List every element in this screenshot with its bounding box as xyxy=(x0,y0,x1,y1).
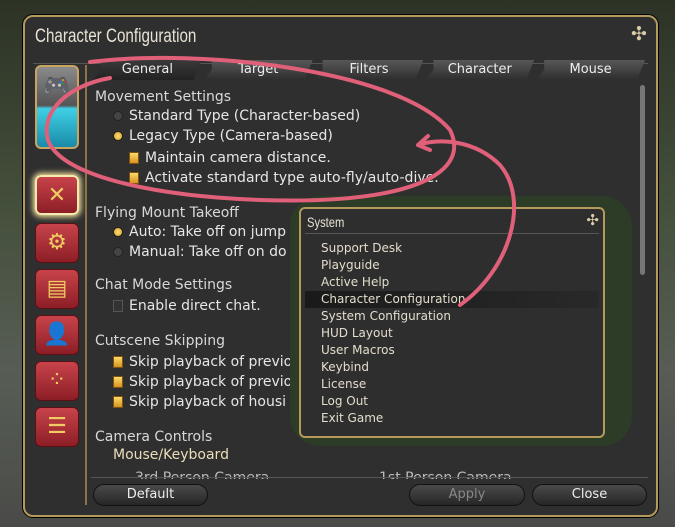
id-card-icon[interactable]: ▤ xyxy=(35,269,79,309)
sidebar: 🎮 ✕ ⚙ ▤ 👤 ⁘ ☰ xyxy=(31,65,83,505)
tab-target[interactable]: Target xyxy=(204,60,313,80)
menu-item[interactable]: User Macros xyxy=(305,342,599,359)
radio[interactable] xyxy=(113,131,123,141)
checkbox-skip-2[interactable]: Skip playback of previo xyxy=(113,374,292,390)
menu-list: Support Desk Playguide Active Help Characte… xyxy=(305,240,599,427)
menu-item[interactable]: License xyxy=(305,376,599,393)
checkbox[interactable] xyxy=(129,172,139,184)
radio[interactable] xyxy=(113,227,123,237)
option-label: Standard Type (Character-based) xyxy=(129,108,361,124)
option-label: Legacy Type (Camera-based) xyxy=(129,128,333,144)
checkbox-maintain-distance[interactable]: Maintain camera distance. xyxy=(129,150,331,166)
divider xyxy=(305,233,599,234)
tab-general[interactable]: General xyxy=(93,60,202,80)
checkbox-skip-1[interactable]: Skip playback of previo xyxy=(113,354,292,370)
menu-item[interactable]: Active Help xyxy=(305,274,599,291)
section-heading: Camera Controls xyxy=(95,429,213,445)
crossed-arrows-icon[interactable]: ✕ xyxy=(35,175,79,215)
radio-standard-type[interactable]: Standard Type (Character-based) xyxy=(113,108,360,124)
person-icon[interactable]: 👤 xyxy=(35,315,79,355)
checkbox[interactable] xyxy=(113,376,123,388)
menu-item[interactable]: Exit Game xyxy=(305,410,599,427)
divider xyxy=(91,477,648,478)
section-heading: Flying Mount Takeoff xyxy=(95,205,239,221)
radio-auto-takeoff[interactable]: Auto: Take off on jump xyxy=(113,224,286,240)
menu-item[interactable]: Log Out xyxy=(305,393,599,410)
menu-item[interactable]: System Configuration xyxy=(305,308,599,325)
gamepad-mouse-icon[interactable]: 🎮 xyxy=(35,65,79,149)
system-menu: System ✣ Support Desk Playguide Active Hel… xyxy=(299,207,605,438)
tab-bar: General Target Filters Character Mouse xyxy=(93,60,645,80)
section-heading: Movement Settings xyxy=(95,89,232,105)
option-label: Skip playback of previo xyxy=(129,354,293,370)
section-heading: Cutscene Skipping xyxy=(95,333,225,349)
close-icon[interactable]: ✣ xyxy=(586,211,599,229)
checkbox[interactable] xyxy=(113,356,123,368)
checkbox-direct-chat[interactable]: Enable direct chat. xyxy=(113,298,261,314)
radio[interactable] xyxy=(113,247,123,257)
checkbox[interactable] xyxy=(129,152,139,164)
option-label: Auto: Take off on jump xyxy=(129,224,286,240)
menu-title: System xyxy=(307,214,345,230)
checkbox[interactable] xyxy=(113,396,123,408)
tab-filters[interactable]: Filters xyxy=(315,60,424,80)
option-label: Maintain camera distance. xyxy=(145,150,331,166)
checkbox-skip-3[interactable]: Skip playback of housi xyxy=(113,394,286,410)
close-button[interactable]: Close xyxy=(532,484,647,506)
subsection-heading: Mouse/Keyboard xyxy=(113,447,229,463)
menu-item[interactable]: Keybind xyxy=(305,359,599,376)
option-label: Activate standard type auto-fly/auto-div… xyxy=(145,170,439,186)
option-label: Manual: Take off on do xyxy=(129,244,287,260)
checkbox[interactable] xyxy=(113,300,123,312)
tab-character[interactable]: Character xyxy=(425,60,534,80)
window-title: Character Configuration xyxy=(35,26,197,47)
option-label: Enable direct chat. xyxy=(129,298,261,314)
divider xyxy=(85,65,87,505)
option-label: Skip playback of previo xyxy=(129,374,293,390)
menu-item[interactable]: HUD Layout xyxy=(305,325,599,342)
radio-legacy-type[interactable]: Legacy Type (Camera-based) xyxy=(113,128,333,144)
menu-item[interactable]: Support Desk xyxy=(305,240,599,257)
scrollbar[interactable] xyxy=(640,85,645,275)
close-icon[interactable]: ✣ xyxy=(628,23,650,45)
option-label: Skip playback of housi xyxy=(129,394,287,410)
checkbox-auto-fly[interactable]: Activate standard type auto-fly/auto-div… xyxy=(129,170,439,186)
default-button[interactable]: Default xyxy=(93,484,208,506)
apply-button[interactable]: Apply xyxy=(409,484,525,506)
menu-item[interactable]: Playguide xyxy=(305,257,599,274)
chat-bubbles-icon[interactable]: ☰ xyxy=(35,407,79,447)
tab-mouse[interactable]: Mouse xyxy=(536,60,645,80)
radio[interactable] xyxy=(113,111,123,121)
radio-manual-takeoff[interactable]: Manual: Take off on do xyxy=(113,244,287,260)
bag-gears-icon[interactable]: ⚙ xyxy=(35,223,79,263)
menu-item[interactable]: Character Configuration xyxy=(305,291,599,308)
section-heading: Chat Mode Settings xyxy=(95,277,233,293)
diamonds-icon[interactable]: ⁘ xyxy=(35,361,79,401)
